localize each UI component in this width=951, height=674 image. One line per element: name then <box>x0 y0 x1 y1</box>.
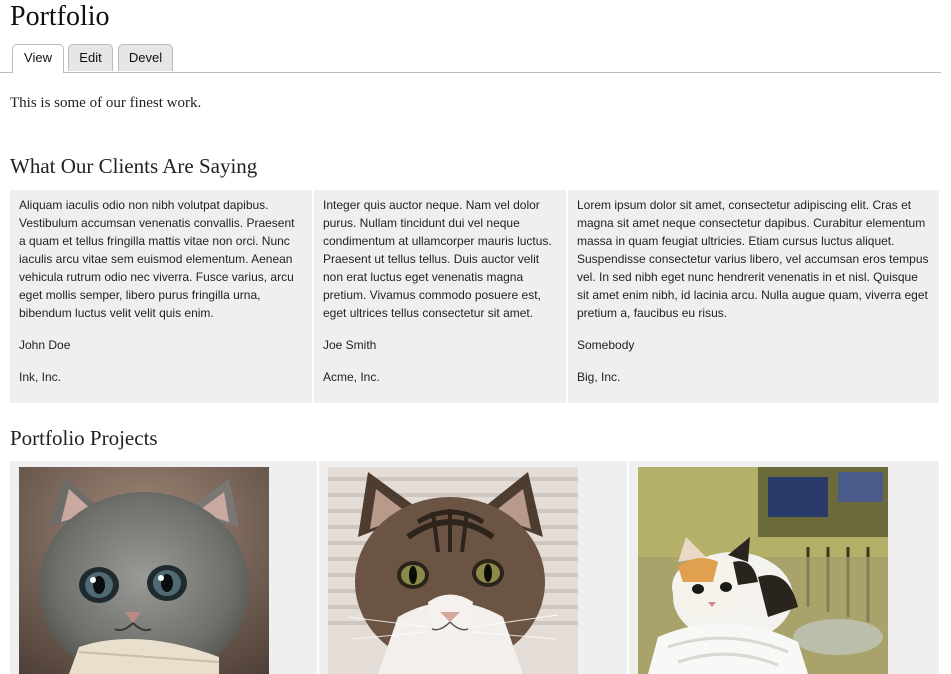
testimonial-card: Lorem ipsum dolor sit amet, consectetur … <box>568 190 939 403</box>
tab-bar: View Edit Devel <box>0 44 941 73</box>
tab-edit[interactable]: Edit <box>68 44 113 71</box>
page-title: Portfolio <box>10 1 110 32</box>
tab-view[interactable]: View <box>12 44 64 73</box>
project-card <box>629 461 939 674</box>
testimonial-company: Ink, Inc. <box>19 370 62 384</box>
projects-grid <box>10 461 939 674</box>
project-card <box>319 461 627 674</box>
testimonial-name: Joe Smith <box>323 338 377 352</box>
testimonial-company: Big, Inc. <box>577 370 621 384</box>
calico-kitten-photo[interactable] <box>638 467 888 674</box>
testimonial-company: Acme, Inc. <box>323 370 380 384</box>
testimonial-name: Somebody <box>577 338 635 352</box>
project-card <box>10 461 317 674</box>
testimonial-quote: Integer quis auctor neque. Nam vel dolor… <box>323 198 552 320</box>
projects-heading: Portfolio Projects <box>10 426 158 450</box>
gray-kitten-photo[interactable] <box>19 467 269 674</box>
testimonial-quote: Lorem ipsum dolor sit amet, consectetur … <box>577 198 929 320</box>
testimonial-card: Integer quis auctor neque. Nam vel dolor… <box>314 190 566 403</box>
testimonials-grid: Aliquam iaculis odio non nibh volutpat d… <box>10 190 939 403</box>
tabby-cat-photo[interactable] <box>328 467 578 674</box>
tab-devel[interactable]: Devel <box>118 44 173 71</box>
testimonial-name: John Doe <box>19 338 71 352</box>
testimonial-card: Aliquam iaculis odio non nibh volutpat d… <box>10 190 312 403</box>
clients-heading: What Our Clients Are Saying <box>10 154 258 178</box>
intro-text: This is some of our finest work. <box>10 95 202 111</box>
testimonial-quote: Aliquam iaculis odio non nibh volutpat d… <box>19 198 295 320</box>
